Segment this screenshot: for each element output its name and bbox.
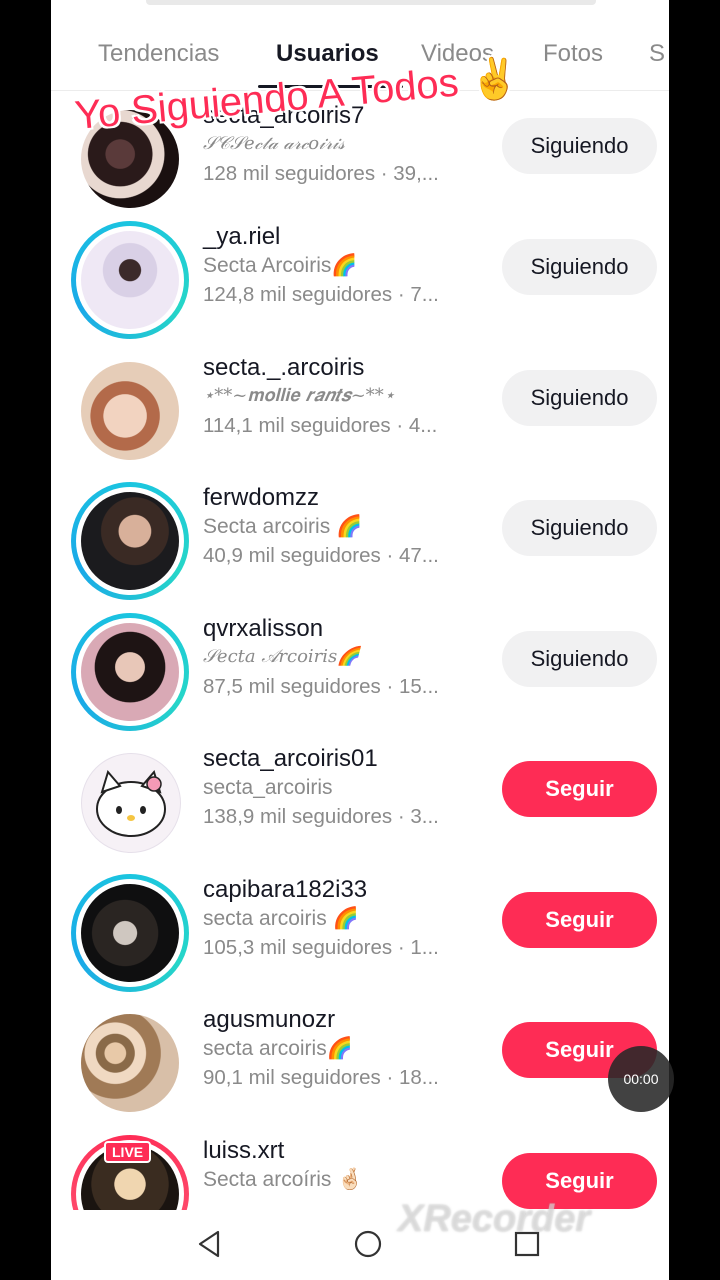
user-row[interactable]: agusmunozr secta arcoiris🌈 90,1 mil segu… [51,1004,669,1134]
nickname: 𝒮ecta 𝒜rcoiris🌈 [203,646,360,667]
follow-button[interactable]: Seguir [502,761,657,817]
tab-sonidos[interactable]: S [649,40,665,68]
user-row[interactable]: ferwdomzz Secta arcoiris 🌈 40,9 mil segu… [51,482,669,612]
recorder-timer-bubble[interactable]: 00:00 [608,1046,674,1112]
following-button[interactable]: Siguiendo [502,239,657,295]
live-badge: LIVE [104,1141,152,1163]
back-icon[interactable] [196,1228,222,1260]
avatar[interactable] [71,613,189,731]
following-button[interactable]: Siguiendo [502,370,657,426]
avatar[interactable] [71,221,189,339]
nickname: secta_arcoiris [203,776,333,799]
tab-usuarios[interactable]: Usuarios [276,40,379,68]
user-row[interactable]: secta._.arcoiris ⋆**~𝐦𝐨𝐥𝐥𝐢𝐞 𝒓𝒂𝒏𝒕𝒔~**⋆ 11… [51,352,669,482]
following-button[interactable]: Siguiendo [502,500,657,556]
nickname: Secta arcoiris 🌈 [203,515,363,538]
username: luiss.xrt [203,1137,285,1164]
nickname: secta arcoiris🌈 [203,1037,353,1060]
nickname: secta arcoiris 🌈 [203,907,359,930]
avatar[interactable] [71,1004,189,1122]
nickname: ⋆**~𝐦𝐨𝐥𝐥𝐢𝐞 𝒓𝒂𝒏𝒕𝒔~**⋆ [203,385,396,406]
following-button[interactable]: Siguiendo [502,118,657,174]
tab-fotos[interactable]: Fotos [543,40,603,68]
username: secta._.arcoiris [203,354,365,381]
follower-meta: 114,1 mil seguidores · 4... [203,414,438,437]
username: secta_arcoiris01 [203,745,378,772]
follower-meta: 90,1 mil seguidores · 18... [203,1066,439,1089]
nickname: Secta arcoíris 🤞🏻 [203,1168,364,1191]
username: qvrxalisson [203,615,324,642]
username: agusmunozr [203,1006,336,1033]
follower-meta: 138,9 mil seguidores · 3... [203,805,439,828]
avatar[interactable] [71,352,189,470]
username: _ya.riel [203,223,281,250]
nickname: 𝒮𝒞𝒮𝑒𝒸𝓉𝒶 𝒶𝓇𝒸𝑜𝒾𝓇𝒾𝓈 [203,133,345,154]
following-button[interactable]: Siguiendo [502,631,657,687]
follower-meta: 40,9 mil seguidores · 47... [203,544,439,567]
recorder-watermark: XRecorder [398,1198,591,1240]
follow-button[interactable]: Seguir [502,892,657,948]
follower-meta: 124,8 mil seguidores · 7... [203,283,439,306]
avatar[interactable] [71,874,189,992]
avatar[interactable] [71,743,189,861]
username: capibara182i33 [203,876,368,903]
username: ferwdomzz [203,484,320,511]
hello-kitty-avatar-icon [96,769,166,837]
follower-meta: 105,3 mil seguidores · 1... [203,936,439,959]
follower-meta: 87,5 mil seguidores · 15... [203,675,439,698]
home-icon[interactable] [353,1228,383,1260]
user-row[interactable]: secta_arcoiris01 secta_arcoiris 138,9 mi… [51,743,669,873]
user-row[interactable]: qvrxalisson 𝒮ecta 𝒜rcoiris🌈 87,5 mil seg… [51,613,669,743]
search-results-screen: Tendencias Usuarios Videos Fotos S secta… [51,0,669,1280]
avatar[interactable] [71,482,189,600]
follower-meta: 128 mil seguidores · 39,... [203,162,439,185]
user-row[interactable]: capibara182i33 secta arcoiris 🌈 105,3 mi… [51,874,669,1004]
nickname: Secta Arcoiris🌈 [203,254,358,277]
user-row[interactable]: _ya.riel Secta Arcoiris🌈 124,8 mil segui… [51,221,669,351]
tab-tendencias[interactable]: Tendencias [98,40,219,68]
